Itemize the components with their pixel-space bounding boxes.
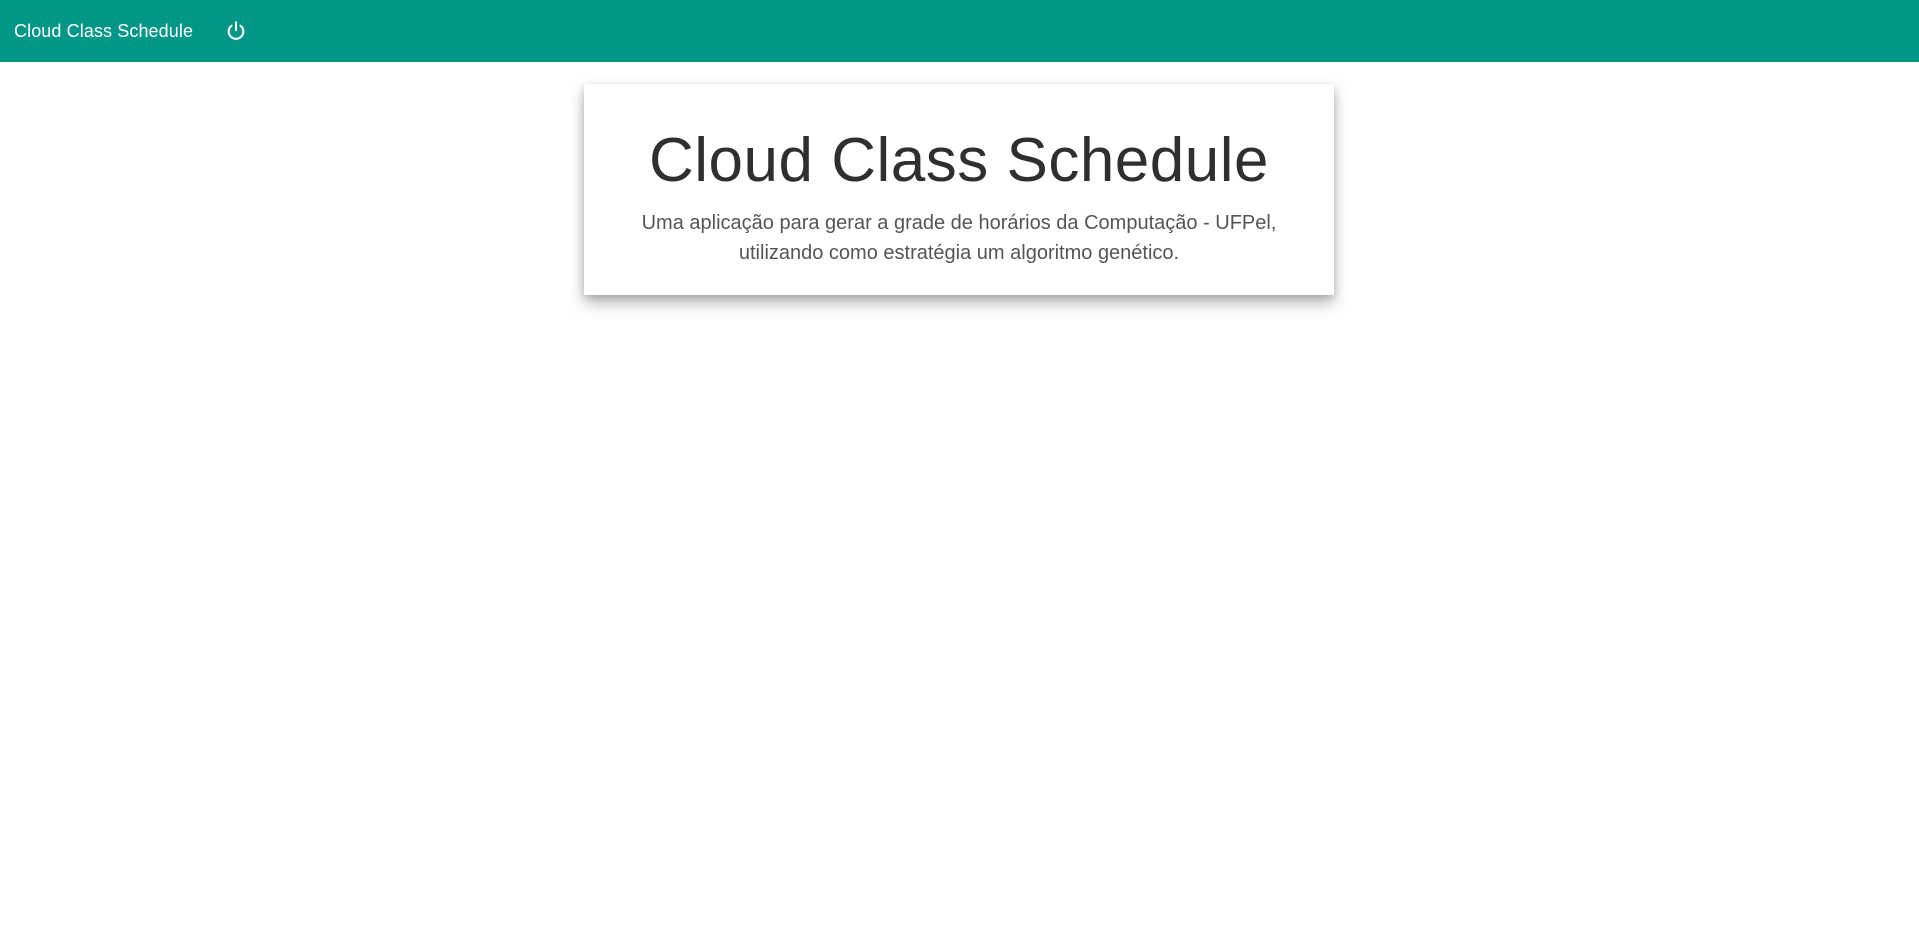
intro-card: Cloud Class Schedule Uma aplicação para … (584, 84, 1334, 295)
top-navbar: Cloud Class Schedule (0, 0, 1919, 62)
logout-button[interactable] (224, 19, 248, 43)
brand-link[interactable]: Cloud Class Schedule (14, 21, 193, 42)
description-line-2: utilizando como estratégia um algoritmo … (738, 242, 1180, 264)
power-icon (227, 21, 245, 40)
description-line-1: Uma aplicação para gerar a grade de horá… (641, 212, 1277, 234)
page-title: Cloud Class Schedule (648, 126, 1269, 195)
page-description: Uma aplicação para gerar a grade de horá… (619, 208, 1299, 268)
